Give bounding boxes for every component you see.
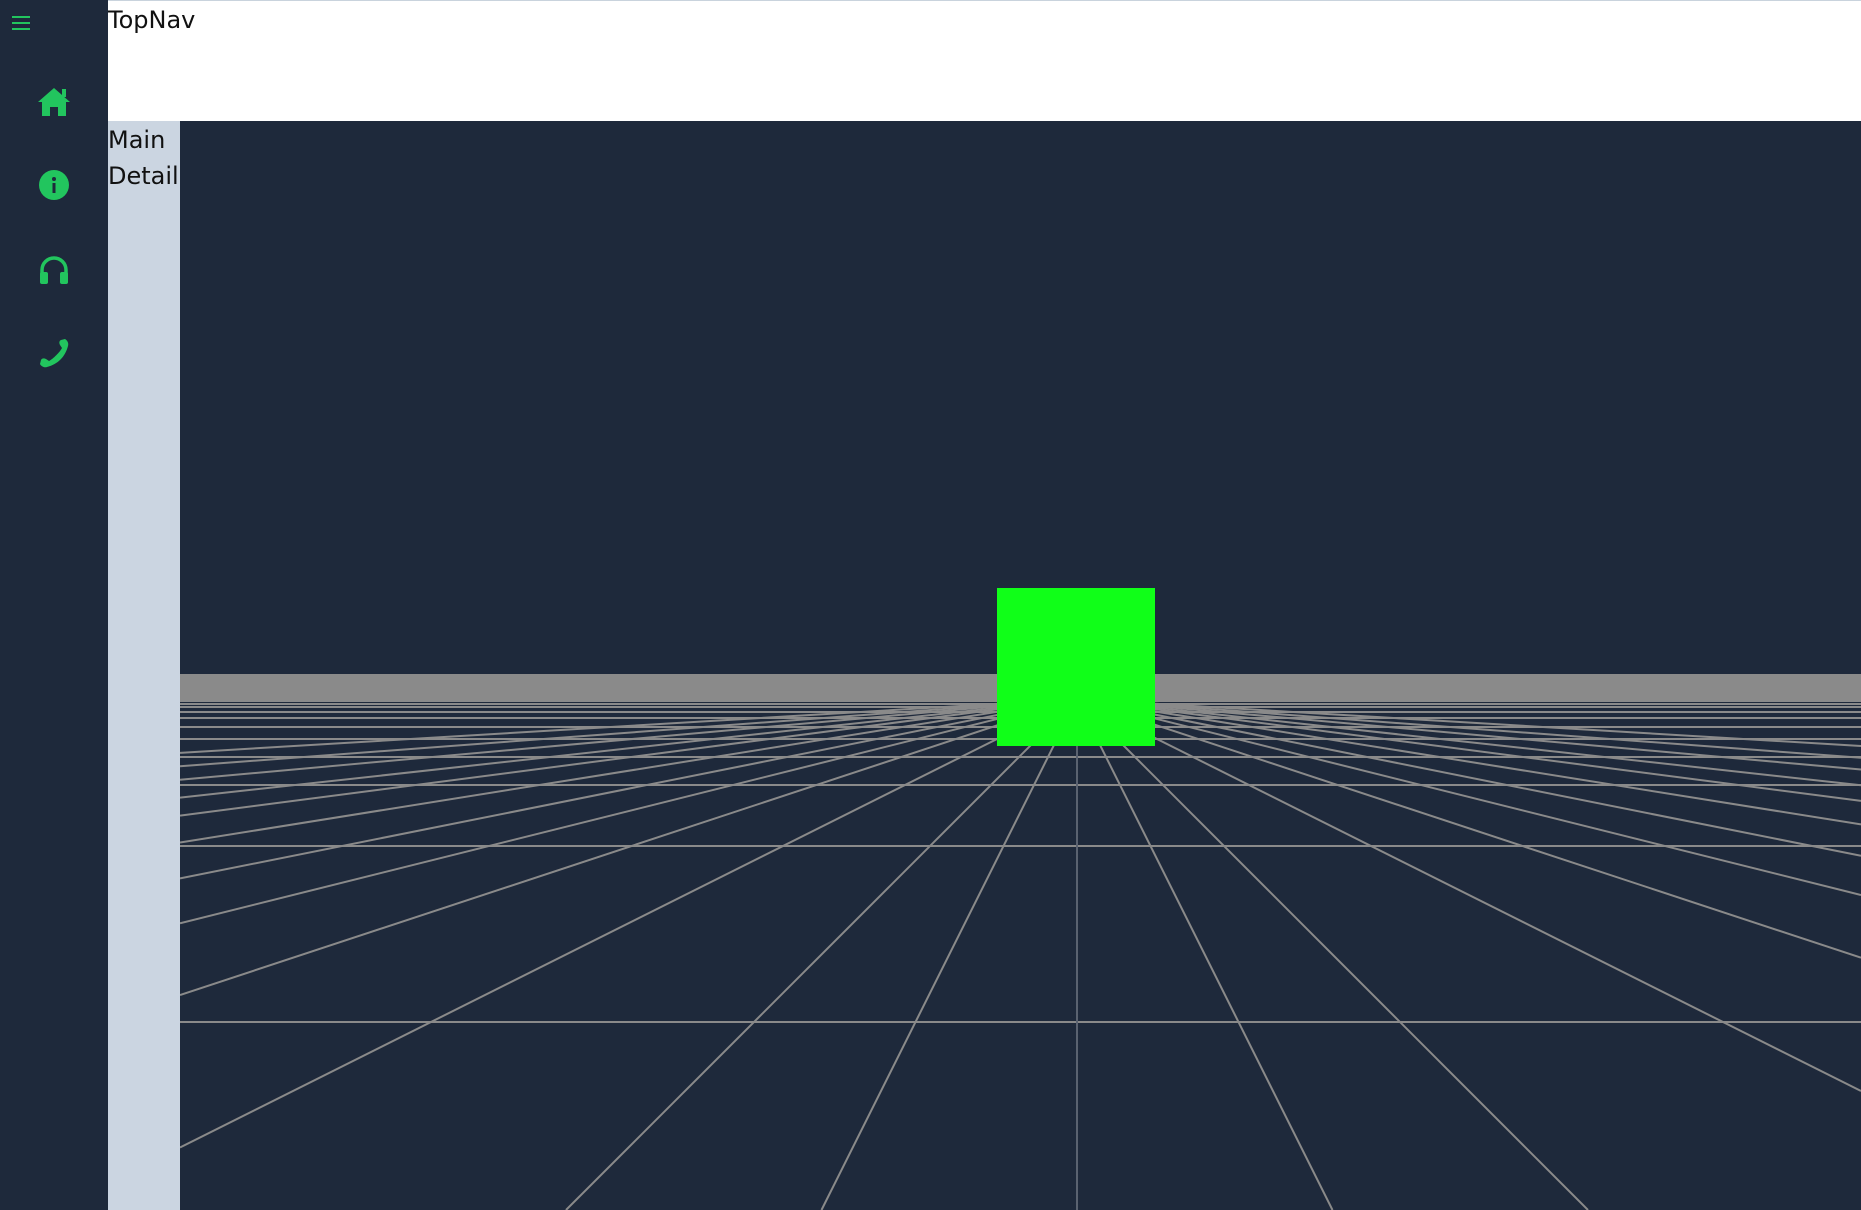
hamburger-menu-icon[interactable] [10, 12, 38, 36]
top-nav: TopNav [108, 0, 1861, 121]
green-cube[interactable] [997, 588, 1155, 746]
3d-scene[interactable] [180, 121, 1861, 1210]
info-icon [38, 169, 70, 205]
3d-viewport[interactable] [180, 121, 1861, 1210]
sidebar-item-info[interactable] [30, 163, 78, 211]
sidebar-item-support[interactable] [30, 248, 78, 296]
top-nav-label: TopNav [108, 6, 196, 34]
app-root: TopNav Main Details [0, 0, 1861, 1210]
sidebar [0, 0, 108, 1210]
phone-icon [38, 337, 70, 373]
headphones-icon [38, 254, 70, 290]
sidebar-item-home[interactable] [30, 80, 78, 128]
sidebar-item-contact[interactable] [30, 331, 78, 379]
sub-nav-link-main[interactable]: Main [108, 126, 165, 154]
home-icon [37, 86, 71, 122]
sub-nav-link-details[interactable]: Details [108, 162, 191, 190]
sub-nav: Main Details [108, 121, 191, 1210]
